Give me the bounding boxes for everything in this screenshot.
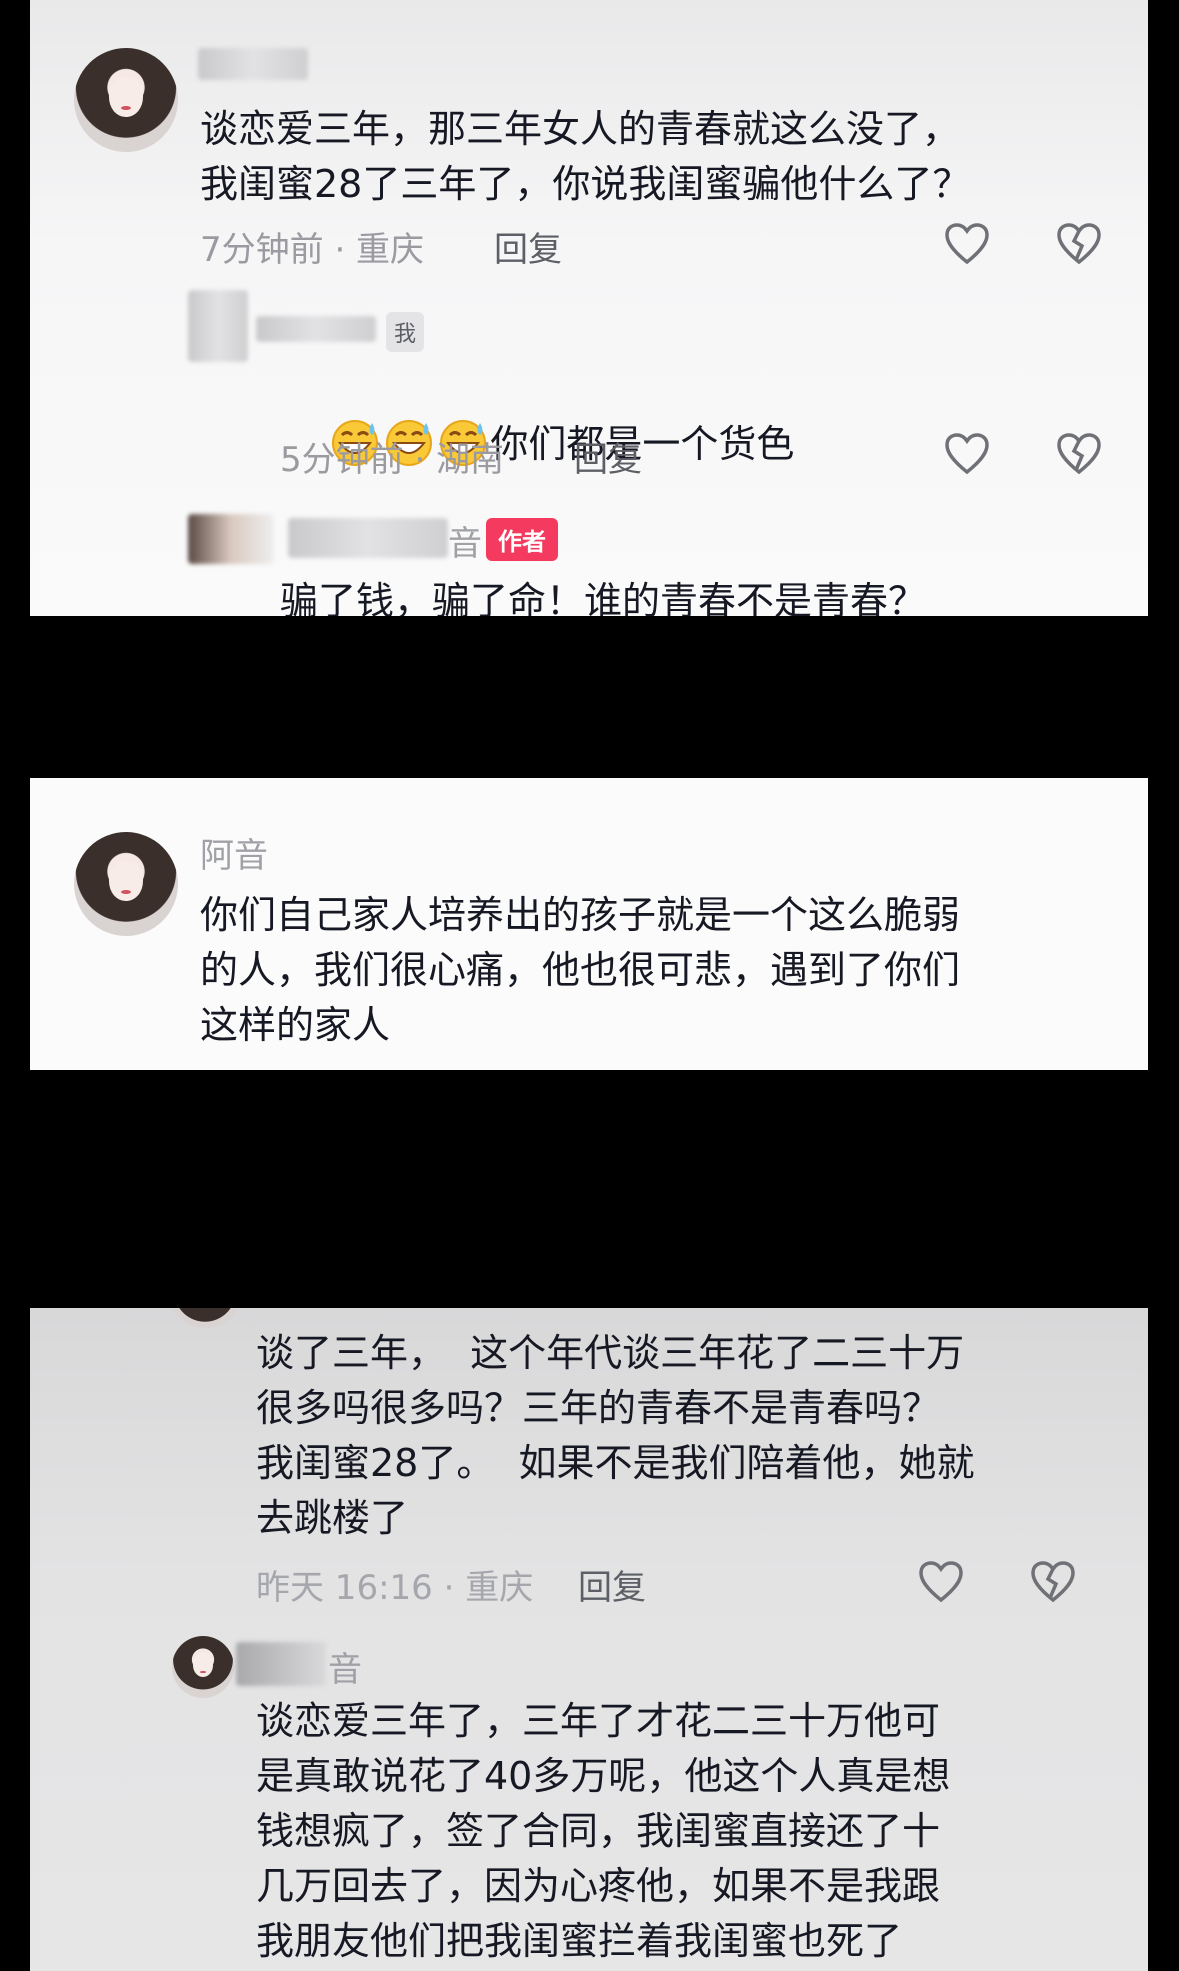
- comment-meta: 7分钟前 · 重庆: [200, 230, 425, 270]
- comment-text: 谈恋爱三年，那三年女人的青春就这么没了， 我闺蜜28了三年了，你说我闺蜜骗他什么…: [200, 107, 971, 206]
- comment-text: 谈了三年， 这个年代谈三年花了二三十万 很多吗很多吗？三年的青春不是青春吗？ 我…: [256, 1331, 975, 1540]
- reply-button[interactable]: 回复: [578, 1560, 646, 1609]
- comment-meta: 5分钟前 · 湖南: [280, 440, 505, 480]
- avatar-blurred: [188, 514, 274, 564]
- username: 阿音: [200, 836, 268, 876]
- username-blurred: [288, 518, 448, 558]
- avatar[interactable]: [74, 48, 178, 152]
- reply-button[interactable]: 回复: [494, 222, 562, 271]
- avatar-blurred: [188, 290, 248, 362]
- reply-text: 谈恋爱三年了，三年了才花二三十万他可 是真敢说花了40多万呢，他这个人真是想 钱…: [256, 1699, 951, 1963]
- heart-icon[interactable]: [918, 1560, 964, 1604]
- heart-icon[interactable]: [944, 222, 990, 266]
- comment-text: 你们自己家人培养出的孩子就是一个这么脆弱 的人，我们很心痛，他也很可悲，遇到了你…: [200, 893, 961, 1047]
- avatar[interactable]: [172, 1636, 234, 1698]
- username-blurred: [236, 1642, 326, 1686]
- username-tail: 音: [328, 1650, 362, 1690]
- author-badge: 作者: [486, 518, 558, 561]
- broken-heart-icon[interactable]: [1056, 222, 1102, 266]
- me-badge: 我: [386, 312, 425, 352]
- reply-text: 你们都是一个货色: [490, 422, 795, 466]
- screenshot-panel-3: 谈了三年， 这个年代谈三年花了二三十万 很多吗很多吗？三年的青春不是青春吗？ 我…: [30, 1308, 1148, 1971]
- screenshot-panel-1: 谈恋爱三年，那三年女人的青春就这么没了， 我闺蜜28了三年了，你说我闺蜜骗他什么…: [30, 0, 1148, 616]
- heart-icon[interactable]: [944, 432, 990, 476]
- avatar[interactable]: [74, 832, 178, 936]
- avatar[interactable]: [170, 1308, 240, 1328]
- comment-meta: 昨天 16:16 · 重庆: [256, 1568, 534, 1608]
- username-blurred: [198, 48, 308, 80]
- screenshot-panel-2: 阿音 你们自己家人培养出的孩子就是一个这么脆弱 的人，我们很心痛，他也很可悲，遇…: [30, 778, 1148, 1070]
- reply-text: 骗了钱，骗了命！谁的青春不是青春？: [280, 579, 927, 616]
- reply-button[interactable]: 回复: [574, 432, 642, 481]
- username-blurred: [256, 316, 376, 342]
- broken-heart-icon[interactable]: [1056, 432, 1102, 476]
- username-tail: 音: [448, 524, 482, 564]
- broken-heart-icon[interactable]: [1030, 1560, 1076, 1604]
